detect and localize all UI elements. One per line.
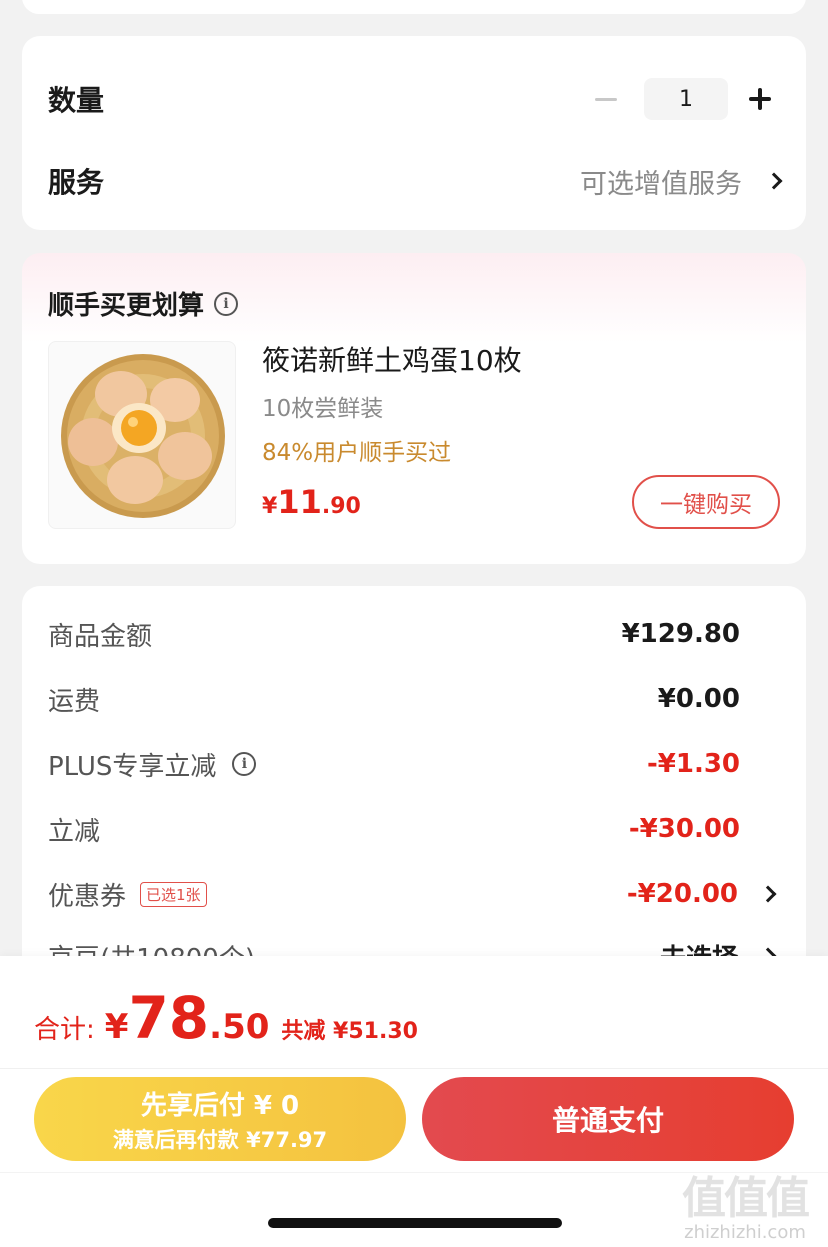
checkout-bar: 合计: ¥ 78 .50 共减 ¥51.30 先享后付 ¥ 0 满意后再付款 ¥… <box>0 956 828 1247</box>
coupon-selected-badge: 已选1张 <box>140 881 207 907</box>
addon-title-text: 顺手买更划算 <box>48 291 205 321</box>
quantity-card: 数量 1 服务 可选增值服务 <box>22 36 806 230</box>
home-indicator[interactable] <box>268 1218 562 1228</box>
decrease-button[interactable] <box>586 79 626 119</box>
summary-row-shipping: 运费 ¥0.00 <box>48 679 780 719</box>
summary-value: ¥0.00 <box>657 684 740 714</box>
service-value[interactable]: 可选增值服务 <box>580 162 783 201</box>
price-currency: ¥ <box>262 494 278 519</box>
summary-row-goods: 商品金额 ¥129.80 <box>48 614 780 654</box>
service-value-text: 可选增值服务 <box>580 168 742 200</box>
info-icon[interactable]: i <box>214 291 239 316</box>
previous-card <box>22 0 806 14</box>
summary-label: 商品金额 <box>48 621 153 652</box>
quantity-stepper: 1 <box>586 78 780 120</box>
normal-pay-button[interactable]: 普通支付 <box>422 1077 794 1161</box>
total-currency: ¥ <box>104 1007 129 1047</box>
divider <box>0 1068 828 1069</box>
addon-title: 顺手买更划算 i <box>48 285 239 322</box>
watermark-text: 值值值 <box>682 1173 810 1224</box>
summary-label: 优惠券 <box>48 881 127 912</box>
chevron-right-icon <box>759 885 777 903</box>
one-click-buy-button[interactable]: 一键购买 <box>632 475 780 529</box>
quantity-input[interactable]: 1 <box>644 78 728 120</box>
service-label: 服务 <box>48 166 105 199</box>
summary-row-plus-discount: PLUS专享立减 i -¥1.30 <box>48 744 780 784</box>
summary-label: 立减 <box>48 816 101 847</box>
total-saving: 共减 ¥51.30 <box>281 1019 418 1044</box>
watermark-url: zhizhizhi.com <box>684 1222 806 1243</box>
summary-value: -¥1.30 <box>646 749 740 779</box>
summary-row-instant-discount: 立减 -¥30.00 <box>48 809 780 849</box>
product-subtitle: 10枚尝鲜装 <box>262 396 384 422</box>
quantity-row: 数量 1 <box>48 78 780 120</box>
price-decimal: .90 <box>321 494 361 519</box>
summary-value: ¥129.80 <box>621 619 740 649</box>
social-proof: 84%用户顺手买过 <box>262 440 452 466</box>
service-row[interactable]: 服务 可选增值服务 <box>48 160 783 202</box>
minus-icon <box>595 97 617 101</box>
quantity-label: 数量 <box>48 84 105 117</box>
product-image[interactable] <box>48 341 236 529</box>
pay-later-button[interactable]: 先享后付 ¥ 0 满意后再付款 ¥77.97 <box>34 1077 406 1161</box>
summary-value: -¥20.00 <box>626 879 738 909</box>
summary-row-coupon[interactable]: 优惠券 已选1张 -¥20.00 <box>48 874 780 914</box>
info-icon[interactable]: i <box>232 752 257 776</box>
pay-later-label: 先享后付 ¥ 0 <box>140 1090 300 1121</box>
product-price: ¥ 11 .90 <box>262 483 361 521</box>
total-price: 合计: ¥ 78 .50 共减 ¥51.30 <box>34 984 418 1052</box>
total-decimal: .50 <box>209 1007 270 1047</box>
price-integer: 11 <box>277 483 322 521</box>
summary-value: -¥30.00 <box>628 814 740 844</box>
summary-label: PLUS专享立减 <box>48 751 217 782</box>
product-name[interactable]: 筱诺新鲜土鸡蛋10枚 <box>262 339 522 379</box>
summary-value-wrap[interactable]: -¥20.00 <box>627 879 780 909</box>
total-integer: 78 <box>128 984 210 1052</box>
watermark-logo: 值值值 zhizhizhi.com <box>670 1162 820 1243</box>
increase-button[interactable] <box>740 79 780 119</box>
egg-basket-icon <box>61 354 225 518</box>
order-summary-card: 商品金额 ¥129.80 运费 ¥0.00 PLUS专享立减 i -¥1.30 … <box>22 586 806 1006</box>
pay-later-sublabel: 满意后再付款 ¥77.97 <box>112 1127 328 1152</box>
chevron-right-icon <box>765 172 783 190</box>
summary-label-wrap: 优惠券 已选1张 <box>48 876 207 913</box>
summary-label-wrap: PLUS专享立减 i <box>48 746 257 783</box>
total-label: 合计: <box>34 1015 95 1045</box>
summary-label: 运费 <box>48 686 101 717</box>
addon-card: 顺手买更划算 i 筱诺新鲜土鸡蛋10枚 10枚尝鲜装 84%用户顺手买过 ¥ 1… <box>22 253 806 564</box>
